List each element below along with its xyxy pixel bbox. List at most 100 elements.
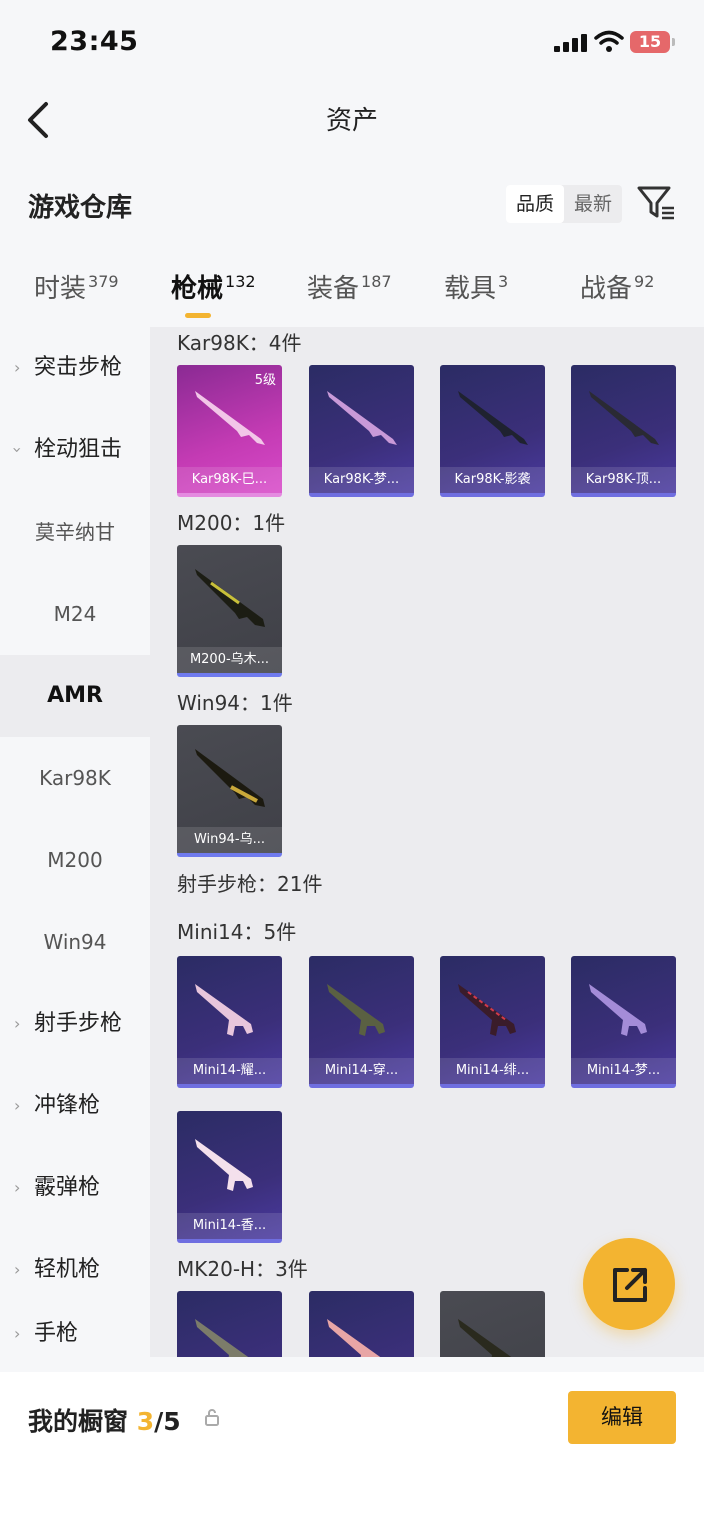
battery-icon: 15 (630, 31, 670, 53)
rifle-icon (589, 391, 659, 445)
item-name: Kar98K-顶... (571, 467, 676, 493)
tab-count: 3 (498, 272, 509, 291)
rifle-icon (327, 1319, 381, 1357)
item-name: Kar98K-巳... (177, 467, 282, 493)
chevron-right-icon: › (14, 1096, 21, 1115)
item-card[interactable]: Mini14-绯... (440, 956, 545, 1088)
lock-icon (205, 1409, 219, 1426)
sidebar-item-amr[interactable]: AMR (0, 655, 150, 737)
item-name: Win94-乌... (177, 827, 282, 853)
battery-tip (672, 38, 675, 46)
sidebar-item-lmg[interactable]: › 轻机枪 (0, 1229, 150, 1311)
sidebar-item-win94[interactable]: Win94 (0, 901, 150, 983)
tab-count: 379 (88, 272, 119, 291)
chevron-right-icon: › (14, 1324, 21, 1343)
share-icon (613, 1268, 647, 1302)
item-card[interactable]: M200-乌木... (177, 545, 282, 677)
sidebar-item-label: 射手步枪 (34, 1011, 123, 1036)
sidebar-item-smg[interactable]: › 冲锋枪 (0, 1065, 150, 1147)
item-card[interactable]: Mini14-穿... (309, 956, 414, 1088)
sidebar-item-label: 突击步枪 (34, 355, 123, 380)
sidebar-item-dmr[interactable]: › 射手步枪 (0, 983, 150, 1065)
chevron-right-icon: › (14, 1014, 21, 1033)
edit-button[interactable]: 编辑 (568, 1391, 676, 1444)
group-title: Mini14：5件 (177, 920, 297, 944)
category-sidebar: › 突击步枪 › 栓动狙击 莫辛纳甘 M24 AMR Kar98K M200 Win… (0, 327, 150, 1357)
sidebar-item-shotgun[interactable]: › 霰弹枪 (0, 1147, 150, 1229)
rifle-icon (458, 391, 528, 445)
tab-count: 132 (225, 272, 256, 291)
item-card[interactable]: Kar98K-顶... (571, 365, 676, 497)
item-name: Mini14-穿... (309, 1058, 414, 1084)
chevron-right-icon: › (14, 1178, 21, 1197)
item-name: M200-乌木... (177, 647, 282, 673)
rifle-icon (327, 984, 385, 1036)
tab-weapons[interactable]: 枪械 132 (171, 268, 256, 305)
group-title: Kar98K：4件 (177, 331, 302, 355)
tab-label: 时装 (34, 274, 87, 304)
item-card[interactable]: Mini14-梦... (571, 956, 676, 1088)
sort-toggle[interactable]: 品质 最新 (506, 185, 622, 223)
item-name: Kar98K-影袭 (440, 467, 545, 493)
rifle-icon (195, 749, 265, 807)
item-name: Mini14-梦... (571, 1058, 676, 1084)
sidebar-item-label: 霰弹枪 (34, 1175, 101, 1200)
warehouse-title: 游戏仓库 (28, 193, 133, 223)
sidebar-item-label: 轻机枪 (34, 1257, 101, 1282)
item-card[interactable]: Win94-乌... (177, 725, 282, 857)
item-card[interactable]: Kar98K-梦... (309, 365, 414, 497)
item-card[interactable]: Kar98K-影袭 (440, 365, 545, 497)
group-title: Win94：1件 (177, 691, 293, 715)
sidebar-item-label: 手枪 (34, 1321, 79, 1346)
share-button[interactable] (583, 1238, 675, 1330)
group-title: M200：1件 (177, 511, 286, 535)
item-card[interactable]: 5级 Kar98K-巳... (177, 365, 282, 497)
tab-label: 战备 (580, 274, 633, 304)
sidebar-item-kar98k[interactable]: Kar98K (0, 737, 150, 819)
tab-label: 载具 (444, 274, 497, 304)
showcase-used: 3 (136, 1407, 155, 1436)
tab-count: 92 (634, 272, 655, 291)
item-card[interactable]: Mini14-耀... (177, 956, 282, 1088)
wifi-icon (594, 30, 624, 52)
item-name: Mini14-绯... (440, 1058, 545, 1084)
tab-supplies[interactable]: 战备 92 (580, 268, 654, 305)
sidebar-item-m200[interactable]: M200 (0, 819, 150, 901)
tab-vehicles[interactable]: 载具 3 (444, 268, 508, 305)
group-title: MK20-H：3件 (177, 1257, 308, 1281)
item-card[interactable] (309, 1291, 414, 1357)
page-title: 资产 (325, 106, 378, 136)
sidebar-item-pistol[interactable]: › 手枪 (0, 1311, 150, 1357)
showcase-title: 我的橱窗 (28, 1407, 129, 1436)
item-card[interactable]: Mini14-香... (177, 1111, 282, 1243)
tab-label: 枪械 (171, 274, 224, 304)
item-name: Mini14-香... (177, 1213, 282, 1239)
sniper-rifle-icon (195, 569, 265, 627)
chevron-down-icon: › (8, 446, 28, 454)
tab-equipment[interactable]: 装备 187 (307, 268, 392, 305)
sidebar-item-m24[interactable]: M24 (0, 573, 150, 655)
sidebar-item-label: 冲锋枪 (34, 1093, 101, 1118)
chevron-right-icon: › (14, 1260, 21, 1279)
item-name: Kar98K-梦... (309, 467, 414, 493)
tab-label: 装备 (307, 274, 360, 304)
rifle-icon (458, 984, 516, 1036)
rifle-icon (195, 1319, 249, 1357)
sidebar-item-bolt-sniper[interactable]: › 栓动狙击 (0, 409, 150, 491)
item-card[interactable] (440, 1291, 545, 1357)
tab-outfits[interactable]: 时装 379 (34, 268, 119, 305)
showcase-total: /5 (154, 1407, 181, 1436)
active-tab-indicator (185, 313, 211, 318)
sort-newest[interactable]: 最新 (564, 185, 622, 223)
battery-level: 15 (638, 32, 662, 51)
filter-icon[interactable] (636, 184, 676, 222)
sidebar-item-mosin[interactable]: 莫辛纳甘 (0, 491, 150, 573)
signal-icon (554, 34, 587, 52)
item-name: Mini14-耀... (177, 1058, 282, 1084)
sidebar-item-assault-rifle[interactable]: › 突击步枪 (0, 327, 150, 409)
tab-count: 187 (361, 272, 392, 291)
rifle-icon (195, 984, 253, 1036)
weapon-list: Kar98K：4件 5级 Kar98K-巳... Kar98K-梦... Kar… (150, 327, 704, 1357)
item-card[interactable] (177, 1291, 282, 1357)
sort-quality[interactable]: 品质 (506, 185, 564, 223)
